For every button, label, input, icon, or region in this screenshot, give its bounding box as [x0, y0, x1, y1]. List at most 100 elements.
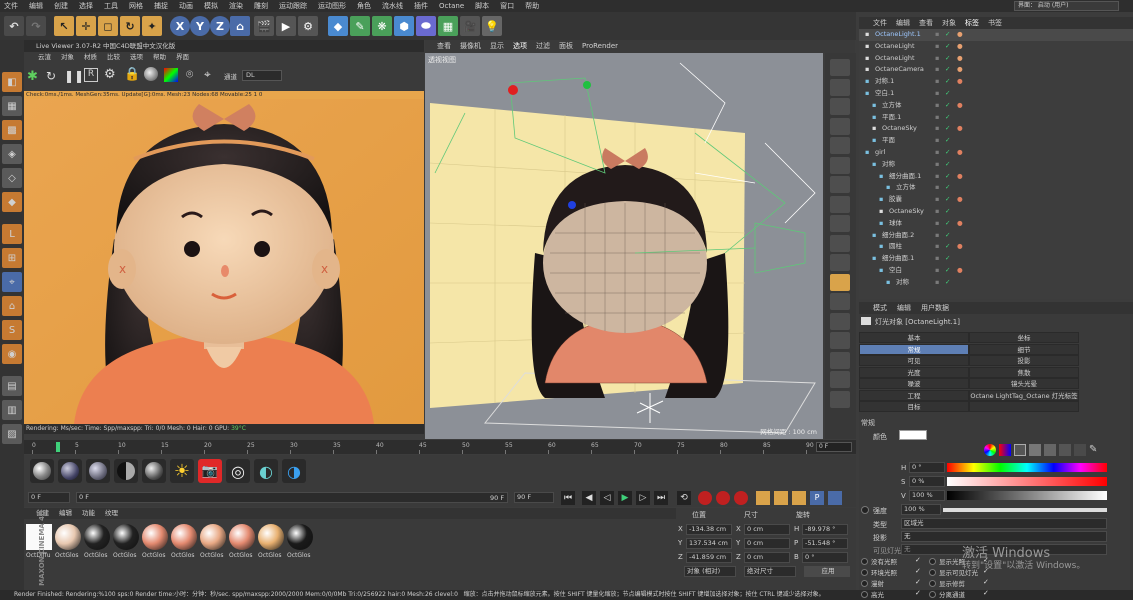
param-icon[interactable]: P [810, 491, 824, 505]
object-row[interactable]: ▪ OctaneSky ▪ ✓ ● [859, 123, 1133, 135]
intensity-slider[interactable] [943, 508, 1107, 512]
viewport-menu-item-6[interactable]: ProRender [582, 40, 618, 53]
check-icon[interactable]: ✓ [945, 76, 950, 88]
h-field[interactable]: 0 ° [909, 462, 945, 473]
option-check[interactable]: ✓ [983, 578, 989, 586]
option-check[interactable]: ✓ [915, 578, 921, 586]
render-picture-icon[interactable]: ▶ [276, 16, 296, 36]
check-icon[interactable]: ✓ [945, 230, 950, 242]
step-forward-icon[interactable]: ▷ [636, 491, 650, 505]
autokey-icon[interactable] [716, 491, 730, 505]
object-tab-4[interactable]: 标签 [965, 17, 979, 29]
option-dot[interactable] [861, 580, 868, 587]
type-dropdown[interactable]: 区域光 [901, 518, 1107, 529]
option-dot[interactable] [929, 591, 936, 598]
keyframe-icon[interactable] [734, 491, 748, 505]
viewport-tool-13[interactable] [830, 312, 850, 330]
snap-icon[interactable]: S [2, 320, 22, 340]
tag-icon[interactable]: ● [957, 218, 963, 230]
light-handle-red[interactable] [508, 85, 518, 95]
cube-icon[interactable]: ◆ [328, 16, 348, 36]
viewport-tool-14[interactable] [830, 332, 850, 349]
object-row[interactable]: ▪ 对称 ▪ ✓ [859, 159, 1133, 171]
light-icon[interactable]: 💡 [482, 16, 502, 36]
menu-item-8[interactable]: 模拟 [204, 1, 218, 11]
check-icon[interactable]: ✓ [945, 265, 950, 277]
visibility-toggle[interactable]: ▪ [935, 100, 939, 112]
viewport-menu-item-4[interactable]: 过滤 [536, 40, 550, 53]
lv-menu-item-2[interactable]: 材质 [84, 52, 97, 63]
option-check[interactable]: ✓ [915, 567, 921, 575]
tag-icon[interactable]: ● [957, 100, 963, 112]
menu-item-3[interactable]: 选择 [79, 1, 93, 11]
render-output[interactable]: x x [24, 99, 424, 424]
object-row[interactable]: ▪ 平面.1 ▪ ✓ [859, 112, 1133, 124]
settings-icon[interactable]: ⚙ [104, 67, 116, 82]
object-tab-5[interactable]: 书签 [988, 17, 1002, 29]
object-row[interactable]: ▪ 立方体 ▪ ✓ ● [859, 100, 1133, 112]
menu-item-15[interactable]: 插件 [414, 1, 428, 11]
points-icon[interactable]: ◈ [2, 144, 22, 164]
tag-icon[interactable]: ● [957, 76, 963, 88]
viewport-tool-5[interactable] [830, 156, 850, 174]
attr-tab-0[interactable]: 模式 [873, 302, 887, 314]
polygons-icon[interactable]: ◆ [2, 192, 22, 212]
material-item[interactable]: OctGlos [55, 524, 82, 564]
check-icon[interactable]: ✓ [945, 147, 950, 159]
coord-field[interactable]: -51.548 ° [802, 538, 848, 549]
material-ball-icon[interactable] [30, 459, 54, 483]
pause-icon[interactable]: ❚❚ [64, 69, 84, 83]
material-tab-3[interactable]: 纹理 [105, 508, 118, 519]
attr-grid-cell[interactable]: 目标 [859, 401, 969, 412]
option-dot[interactable] [929, 569, 936, 576]
visibility-toggle[interactable]: ▪ [935, 218, 939, 230]
menu-item-14[interactable]: 流水线 [382, 1, 403, 11]
object-row[interactable]: ▪ 对称.1 ▪ ✓ ● [859, 76, 1133, 88]
select-icon[interactable]: ↖ [54, 16, 74, 36]
tag-icon[interactable]: ● [957, 194, 963, 206]
check-icon[interactable]: ✓ [945, 277, 950, 289]
coord-field[interactable]: 0 cm [744, 538, 790, 549]
check-icon[interactable]: ✓ [945, 171, 950, 183]
attr-grid-cell[interactable]: 常规 [859, 343, 969, 355]
object-row[interactable]: ▪ OctaneCamera ▪ ✓ ● [859, 64, 1133, 76]
attr-tab-1[interactable]: 编辑 [897, 302, 911, 314]
menu-item-10[interactable]: 雕刻 [254, 1, 268, 11]
viewport-tool-4[interactable] [830, 137, 850, 154]
visibility-toggle[interactable]: ▪ [935, 159, 939, 171]
visibility-toggle[interactable]: ▪ [935, 76, 939, 88]
lock-icon[interactable]: 🔒 [124, 67, 140, 82]
viewport-tool-0[interactable] [830, 59, 850, 76]
attr-grid-cell[interactable]: 噪波 [859, 378, 969, 389]
option-dot[interactable] [929, 580, 936, 587]
viewport-tool-6[interactable] [830, 176, 850, 193]
location-icon[interactable]: ⌖ [204, 67, 211, 82]
nurbs-icon[interactable]: ❋ [372, 16, 392, 36]
object-row[interactable]: ▪ OctaneLight.1 ▪ ✓ ● [859, 29, 1133, 41]
check-icon[interactable]: ✓ [945, 159, 950, 171]
object-row[interactable]: ▪ 细分曲面.1 ▪ ✓ [859, 253, 1133, 265]
hsv-icon[interactable] [1014, 444, 1026, 456]
object-mode-dropdown[interactable]: 对象 (相对) [684, 566, 736, 577]
material-tab-2[interactable]: 功能 [82, 508, 95, 519]
object-row[interactable]: ▪ OctaneLight ▪ ✓ ● [859, 53, 1133, 65]
size-mode-dropdown[interactable]: 绝对尺寸 [744, 566, 796, 577]
menu-item-6[interactable]: 捕捉 [154, 1, 168, 11]
key-move-icon[interactable] [756, 491, 770, 505]
coord-field[interactable]: -134.38 cm [686, 524, 732, 535]
lv-menu-item-1[interactable]: 对象 [61, 52, 74, 63]
viewport-tool-9[interactable] [830, 234, 850, 252]
key-scale-icon[interactable] [774, 491, 788, 505]
menu-item-7[interactable]: 动画 [179, 1, 193, 11]
sky-icon[interactable]: ◑ [282, 459, 306, 483]
check-icon[interactable]: ✓ [945, 135, 950, 147]
check-icon[interactable]: ✓ [945, 41, 950, 53]
viewport-tool-1[interactable] [830, 78, 850, 96]
coord-field[interactable]: 137.534 cm [686, 538, 732, 549]
tweak-icon[interactable]: ⊞ [2, 248, 22, 268]
tag-icon[interactable]: ● [957, 265, 963, 277]
lv-menu-item-3[interactable]: 比较 [107, 52, 120, 63]
apply-button[interactable]: 应用 [804, 566, 850, 577]
specular-ball-icon[interactable] [86, 459, 110, 483]
material-ball-icon[interactable] [144, 67, 158, 81]
